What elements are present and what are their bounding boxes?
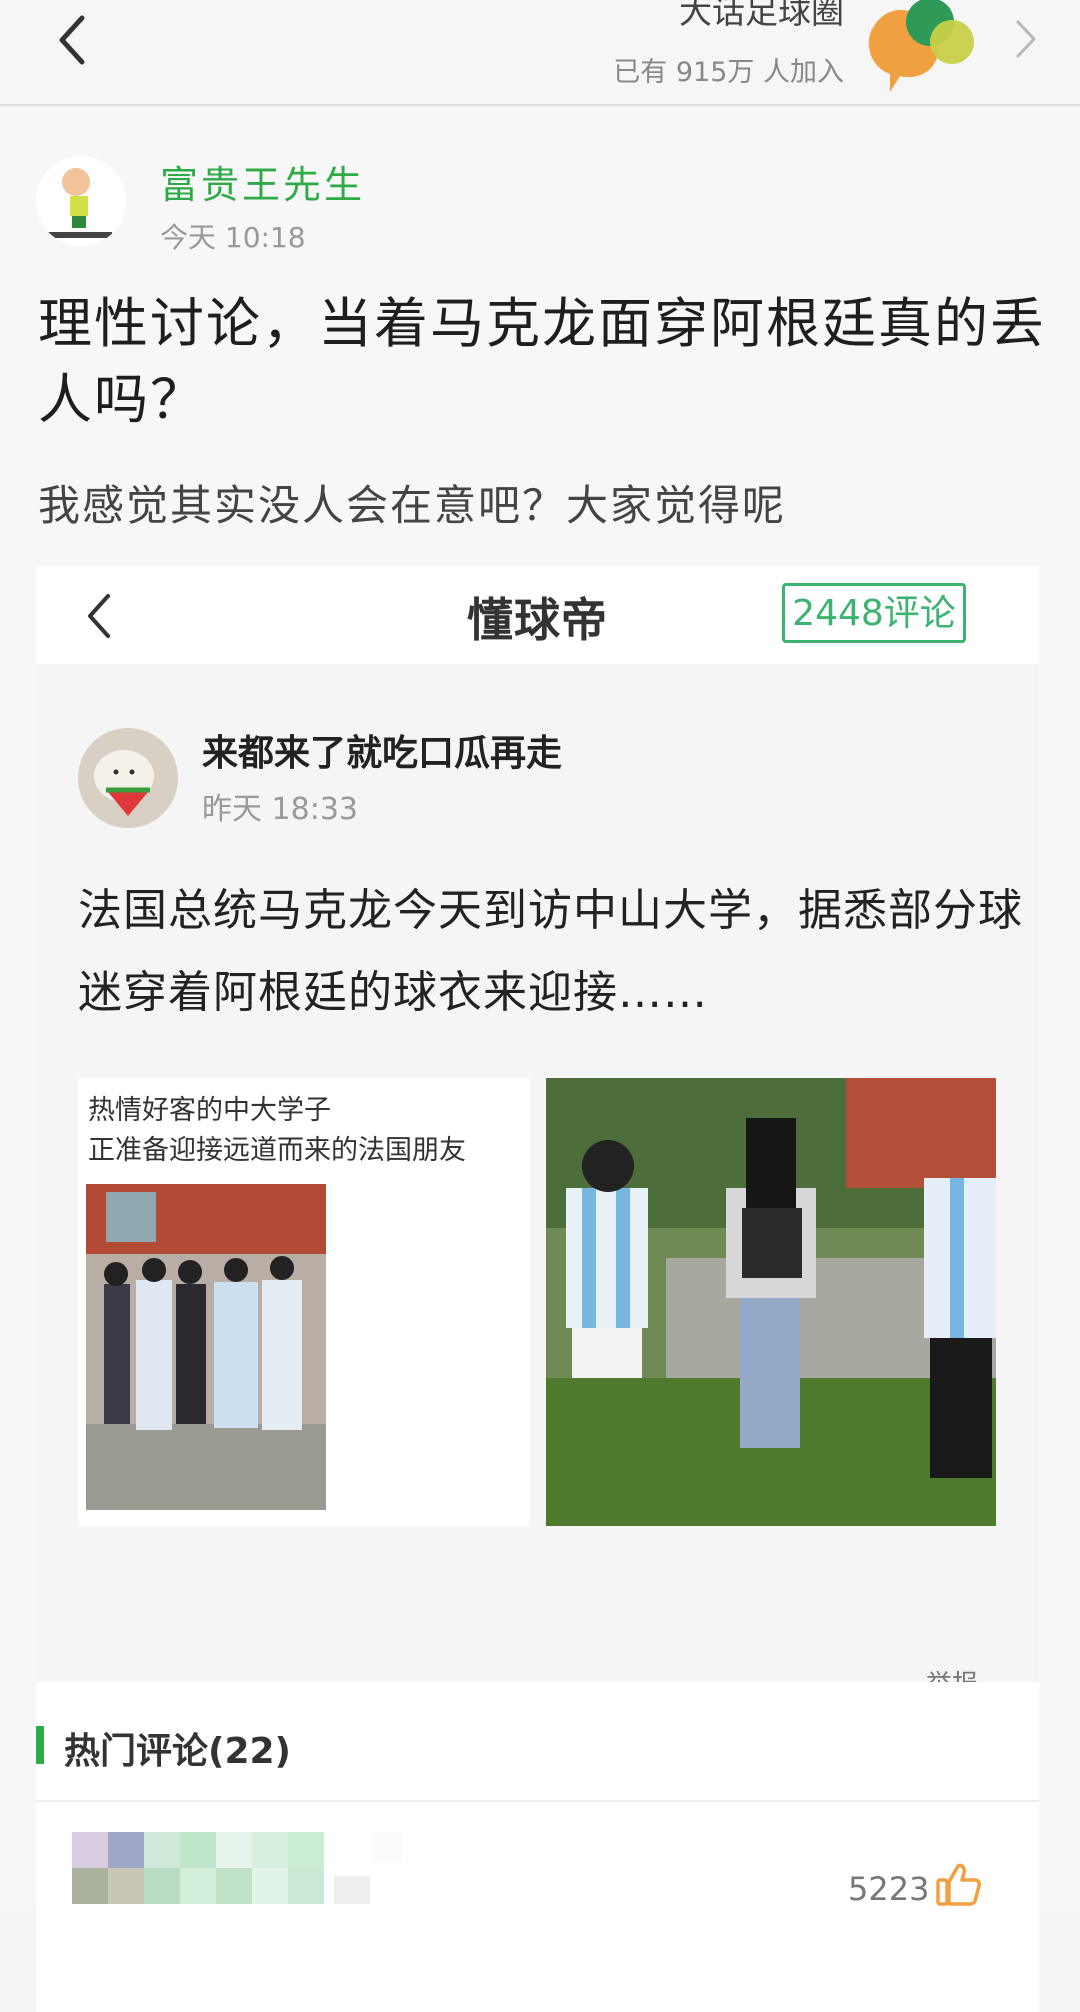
hot-comments-section: 热门评论(22) 5223 — [36, 1682, 1039, 2012]
author-avatar[interactable] — [36, 156, 126, 246]
cartoon-avatar-image — [36, 156, 126, 246]
like-count: 5223 — [848, 1870, 930, 1908]
embedded-post-body: 来都来了就吃口瓜再走 昨天 18:33 法国总统马克龙今天到访中山大学，据悉部分… — [36, 664, 1039, 1796]
post-detail: 富贵王先生 今天 10:18 理性讨论，当着马克龙面穿阿根廷真的丢人吗？ 我感觉… — [0, 106, 1080, 2012]
author-name[interactable]: 富贵王先生 — [160, 154, 365, 209]
students-courtyard-photo — [546, 1078, 996, 1526]
embedded-username: 来都来了就吃口瓜再走 — [202, 733, 563, 774]
embedded-screenshot[interactable]: 懂球帝 2448评论 来都来了就吃口瓜再走 昨天 18:33 法国总统马克龙今天… — [36, 566, 1039, 1796]
blurred-comment-author[interactable] — [72, 1832, 402, 1912]
post-subtitle: 我感觉其实没人会在意吧？大家觉得呢 — [38, 481, 787, 530]
post-title: 理性讨论，当着马克龙面穿阿根廷真的丢人吗？ — [38, 292, 1046, 431]
top-bar: 大话足球圈 已有 915万 人加入 — [0, 0, 1080, 106]
embedded-image-left: 热情好客的中大学子 正准备迎接远道而来的法国朋友 — [78, 1078, 530, 1526]
watermelon-avatar-image — [78, 728, 178, 828]
image-caption-line-2: 正准备迎接远道而来的法国朋友 — [88, 1135, 466, 1166]
hot-comments-title: 热门评论(22) — [64, 1731, 292, 1772]
circle-logo-icon[interactable] — [860, 0, 980, 96]
embedded-comment-count: 2448评论 — [782, 583, 966, 643]
circle-member-count: 已有 915万 人加入 — [613, 57, 844, 88]
embedded-text: 法国总统马克龙今天到访中山大学，据悉部分球迷穿着阿根廷的球衣来迎接…… — [78, 885, 1023, 1018]
back-arrow-icon[interactable] — [48, 6, 104, 70]
embedded-user-avatar — [78, 728, 178, 828]
embedded-time: 昨天 18:33 — [202, 792, 358, 827]
post-time: 今天 10:18 — [160, 221, 306, 254]
embedded-app-bar: 懂球帝 2448评论 — [36, 566, 1039, 664]
students-photo — [86, 1184, 326, 1510]
circle-name[interactable]: 大话足球圈 — [679, 0, 844, 32]
thumbs-up-icon[interactable] — [934, 1860, 982, 1908]
section-accent-bar — [36, 1726, 44, 1764]
chevron-right-icon[interactable] — [1010, 14, 1040, 64]
image-caption-line-1: 热情好客的中大学子 — [88, 1095, 331, 1126]
divider — [36, 1800, 1039, 1802]
